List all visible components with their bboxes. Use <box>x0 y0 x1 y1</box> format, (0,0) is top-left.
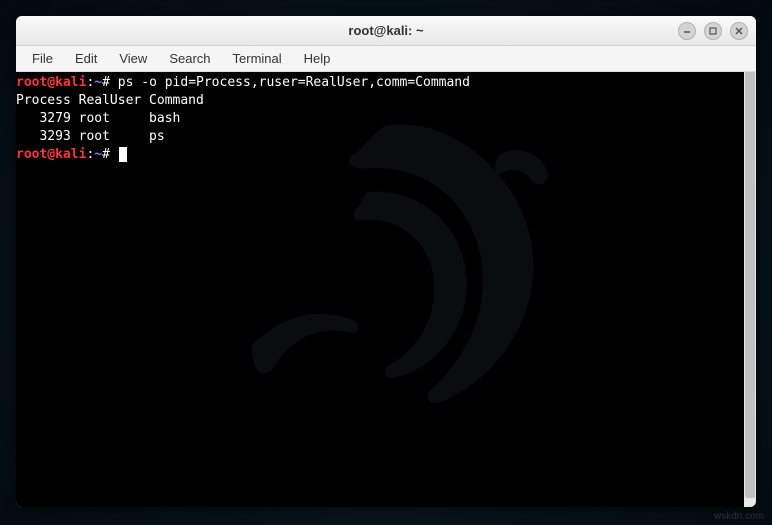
menu-file[interactable]: File <box>22 48 63 69</box>
close-icon <box>734 26 744 36</box>
prompt-user: root@kali <box>16 75 86 90</box>
output-header: Process RealUser Command <box>16 93 204 108</box>
window-title: root@kali: ~ <box>348 23 423 38</box>
prompt-user-2: root@kali <box>16 147 86 162</box>
prompt-path-2: ~ <box>94 147 102 162</box>
terminal-window: root@kali: ~ File Edit View Search Termi… <box>16 16 756 507</box>
menu-edit[interactable]: Edit <box>65 48 107 69</box>
titlebar[interactable]: root@kali: ~ <box>16 16 756 46</box>
menu-terminal[interactable]: Terminal <box>223 48 292 69</box>
maximize-button[interactable] <box>704 22 722 40</box>
minimize-button[interactable] <box>678 22 696 40</box>
close-button[interactable] <box>730 22 748 40</box>
prompt-sep2: # <box>102 75 110 90</box>
minimize-icon <box>682 26 692 36</box>
output-row-2: 3293 root ps <box>16 129 165 144</box>
command-line-1: ps -o pid=Process,ruser=RealUser,comm=Co… <box>118 75 470 90</box>
menu-view[interactable]: View <box>109 48 157 69</box>
terminal-area[interactable]: root@kali:~# ps -o pid=Process,ruser=Rea… <box>16 72 756 507</box>
menu-help[interactable]: Help <box>294 48 341 69</box>
terminal-content[interactable]: root@kali:~# ps -o pid=Process,ruser=Rea… <box>16 72 756 166</box>
menu-search[interactable]: Search <box>159 48 220 69</box>
menubar: File Edit View Search Terminal Help <box>16 46 756 72</box>
window-controls <box>678 22 748 40</box>
prompt-sep2-2: # <box>102 147 110 162</box>
maximize-icon <box>708 26 718 36</box>
cursor <box>119 147 127 162</box>
watermark: wskdn.com <box>714 511 764 522</box>
prompt-path: ~ <box>94 75 102 90</box>
output-row-1: 3279 root bash <box>16 111 180 126</box>
